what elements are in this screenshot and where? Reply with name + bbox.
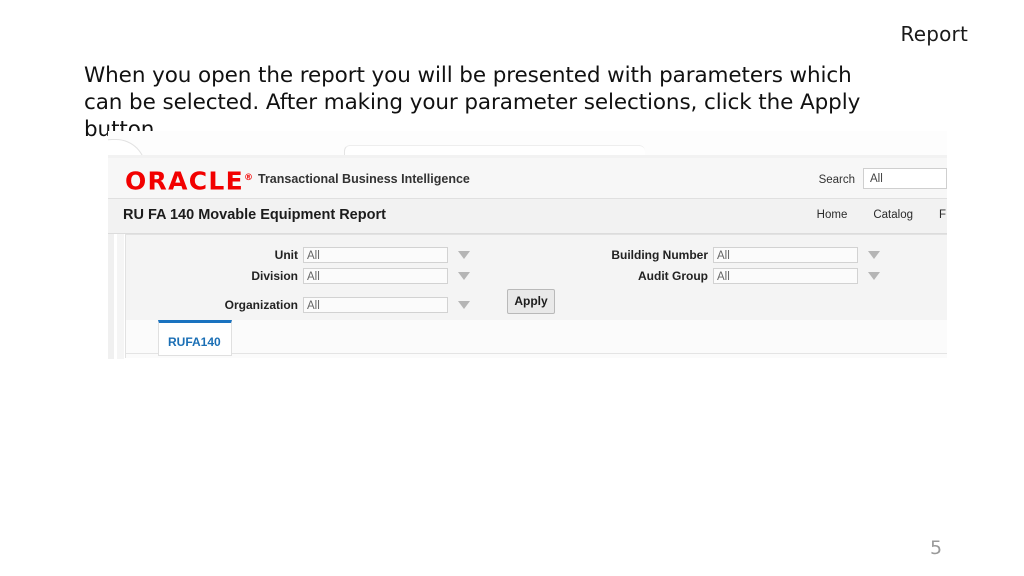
search-scope-select[interactable]: All [863, 168, 947, 189]
parameter-label-building-number: Building Number [611, 248, 708, 262]
parameter-row-organization: Organization All [178, 296, 470, 314]
slide-header-title: Report [900, 22, 968, 46]
parameter-field-building-number[interactable]: All [713, 247, 858, 263]
chevron-down-icon[interactable] [458, 251, 470, 259]
parameter-label-audit-group: Audit Group [638, 269, 708, 283]
apply-button[interactable]: Apply [507, 289, 555, 314]
parameter-row-audit-group: Audit Group All [598, 267, 880, 285]
tab-rufa140[interactable]: RUFA140 [158, 320, 232, 356]
browser-chrome-strip [108, 131, 947, 158]
window-gutter-inner [117, 234, 124, 359]
global-nav: Home Catalog F [817, 209, 947, 221]
brand-subtitle: Transactional Business Intelligence [258, 172, 470, 186]
parameter-label-division: Division [251, 269, 298, 283]
parameter-label-organization: Organization [224, 298, 298, 312]
oracle-logo[interactable]: ORACLE® [125, 165, 253, 194]
parameter-row-unit: Unit All [178, 246, 470, 264]
parameters-panel: Unit All Division All Organization All B… [125, 234, 947, 322]
tab-strip-underline [126, 353, 947, 354]
page-number: 5 [930, 537, 943, 559]
chevron-down-icon[interactable] [868, 251, 880, 259]
results-tab-strip: RUFA140 [125, 320, 947, 358]
parameter-field-organization[interactable]: All [303, 297, 448, 313]
chevron-down-icon[interactable] [868, 272, 880, 280]
parameter-field-unit[interactable]: All [303, 247, 448, 263]
embedded-screenshot: ORACLE® Transactional Business Intellige… [108, 131, 947, 359]
report-title: RU FA 140 Movable Equipment Report [123, 207, 386, 223]
window-gutter-outer [108, 234, 114, 359]
chevron-down-icon[interactable] [458, 272, 470, 280]
parameter-label-unit: Unit [274, 248, 298, 262]
parameter-field-division[interactable]: All [303, 268, 448, 284]
nav-item-home[interactable]: Home [817, 209, 848, 221]
chevron-down-icon[interactable] [458, 301, 470, 309]
report-title-bar: RU FA 140 Movable Equipment Report Home … [108, 199, 947, 234]
oracle-brand-bar: ORACLE® Transactional Business Intellige… [108, 158, 947, 199]
parameter-row-division: Division All [178, 267, 470, 285]
oracle-logo-text: ORACLE [125, 166, 245, 196]
tab-rufa140-label: RUFA140 [168, 335, 221, 349]
registered-trademark-icon: ® [244, 173, 254, 183]
nav-item-favorites-clipped[interactable]: F [939, 209, 947, 221]
search-label: Search [818, 174, 855, 186]
parameter-row-building-number: Building Number All [598, 246, 880, 264]
parameter-field-audit-group[interactable]: All [713, 268, 858, 284]
nav-item-catalog[interactable]: Catalog [873, 209, 913, 221]
